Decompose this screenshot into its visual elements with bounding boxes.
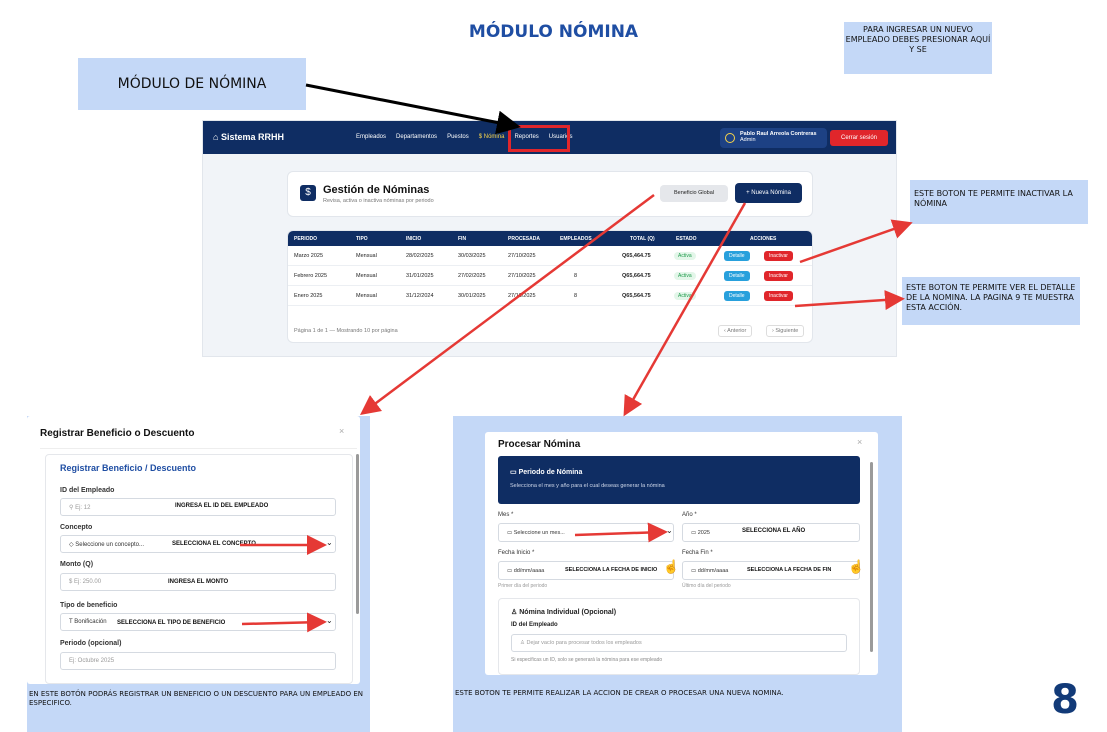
arrow-beneficio [359, 193, 655, 415]
arrow-tipo [241, 612, 327, 633]
arrow-inactivar [799, 219, 913, 264]
arrow-detalle [794, 290, 905, 310]
annotation-arrows [240, 83, 913, 633]
arrow-nomina [305, 83, 521, 135]
arrow-nueva [623, 202, 747, 417]
arrow-mes [574, 522, 668, 543]
